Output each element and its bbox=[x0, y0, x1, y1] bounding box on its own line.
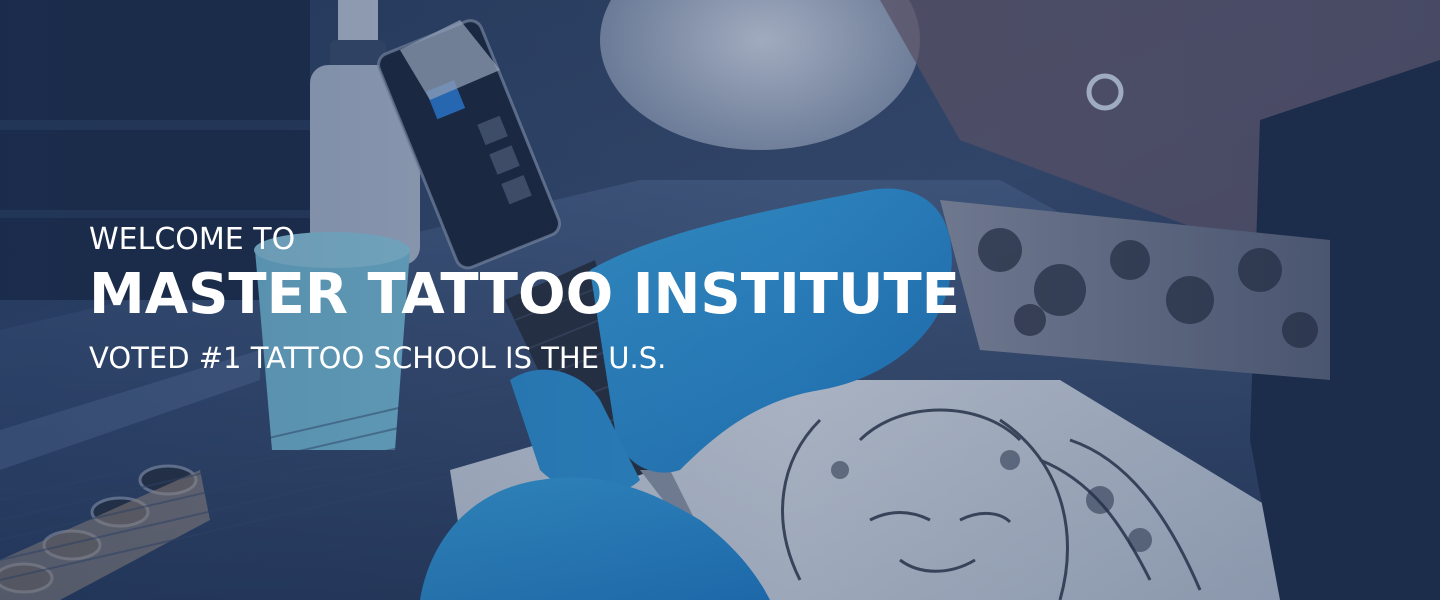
hero-banner: WELCOME TO MASTER TATTOO INSTITUTE VOTED… bbox=[0, 0, 1440, 600]
hero-headline: MASTER TATTOO INSTITUTE bbox=[89, 262, 960, 327]
hero-tagline: VOTED #1 TATTOO SCHOOL IS THE U.S. bbox=[89, 341, 667, 375]
hero-eyebrow: WELCOME TO bbox=[89, 222, 296, 257]
hero-text-block: WELCOME TO MASTER TATTOO INSTITUTE VOTED… bbox=[89, 222, 960, 376]
